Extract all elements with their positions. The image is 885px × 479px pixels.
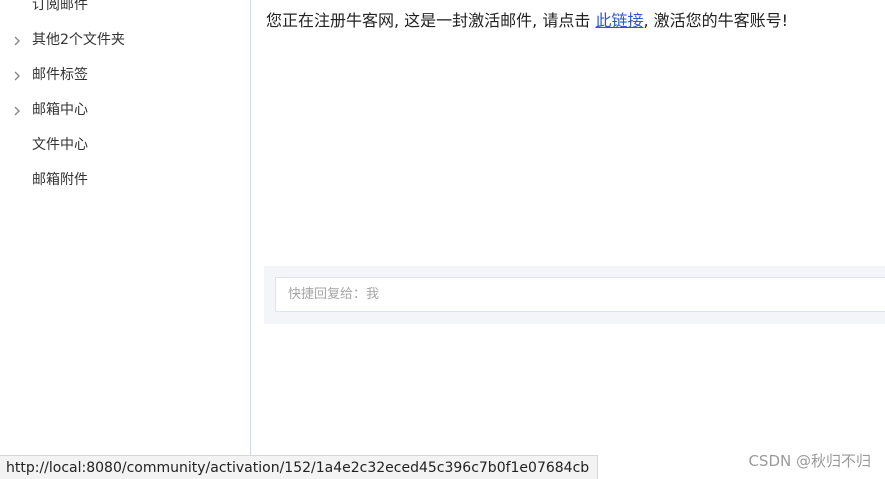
sidebar-item-file-center[interactable]: 文件中心 (0, 128, 250, 163)
mail-text-after: , 激活您的牛客账号! (643, 11, 789, 30)
folder-list: 订阅邮件 其他2个文件夹 邮件标签 邮箱中心 文件中心 邮箱附件 (0, 0, 250, 198)
sidebar-item-label: 其他2个文件夹 (32, 32, 125, 48)
link-preview-status-bar: http://local:8080/community/activation/1… (0, 455, 599, 479)
mail-body-text: 您正在注册牛客网, 这是一封激活邮件, 请点击 此链接, 激活您的牛客账号! (266, 10, 788, 32)
chevron-right-icon[interactable] (11, 23, 23, 58)
sidebar-item-label: 邮箱中心 (32, 102, 88, 118)
activation-link[interactable]: 此链接 (595, 11, 643, 30)
sidebar-item-mail-tags[interactable]: 邮件标签 (0, 58, 250, 93)
watermark-text: CSDN @秋归不归 (748, 452, 871, 470)
sidebar-item-label: 邮箱附件 (32, 172, 88, 188)
quick-reply-input[interactable]: 快捷回复给：我 (275, 277, 885, 312)
chevron-right-icon[interactable] (11, 58, 23, 93)
mail-text-before: 您正在注册牛客网, 这是一封激活邮件, 请点击 (266, 11, 596, 30)
sidebar-item-label: 文件中心 (32, 137, 88, 153)
sidebar-item-attachments[interactable]: 邮箱附件 (0, 163, 250, 198)
quick-reply-panel: 快捷回复给：我 (264, 266, 885, 324)
email-client-window: 订阅邮件 其他2个文件夹 邮件标签 邮箱中心 文件中心 邮箱附件 您正在注册牛客… (0, 0, 885, 479)
folder-sidebar: 订阅邮件 其他2个文件夹 邮件标签 邮箱中心 文件中心 邮箱附件 (0, 0, 251, 479)
sidebar-item-mailbox-center[interactable]: 邮箱中心 (0, 93, 250, 128)
sidebar-item-other-folders[interactable]: 其他2个文件夹 (0, 23, 250, 58)
chevron-right-icon[interactable] (11, 93, 23, 128)
sidebar-item-subscriptions[interactable]: 订阅邮件 (0, 0, 250, 23)
mail-reading-pane: 您正在注册牛客网, 这是一封激活邮件, 请点击 此链接, 激活您的牛客账号! 快… (251, 0, 885, 479)
sidebar-item-label: 订阅邮件 (32, 0, 88, 13)
sidebar-item-label: 邮件标签 (32, 67, 88, 83)
